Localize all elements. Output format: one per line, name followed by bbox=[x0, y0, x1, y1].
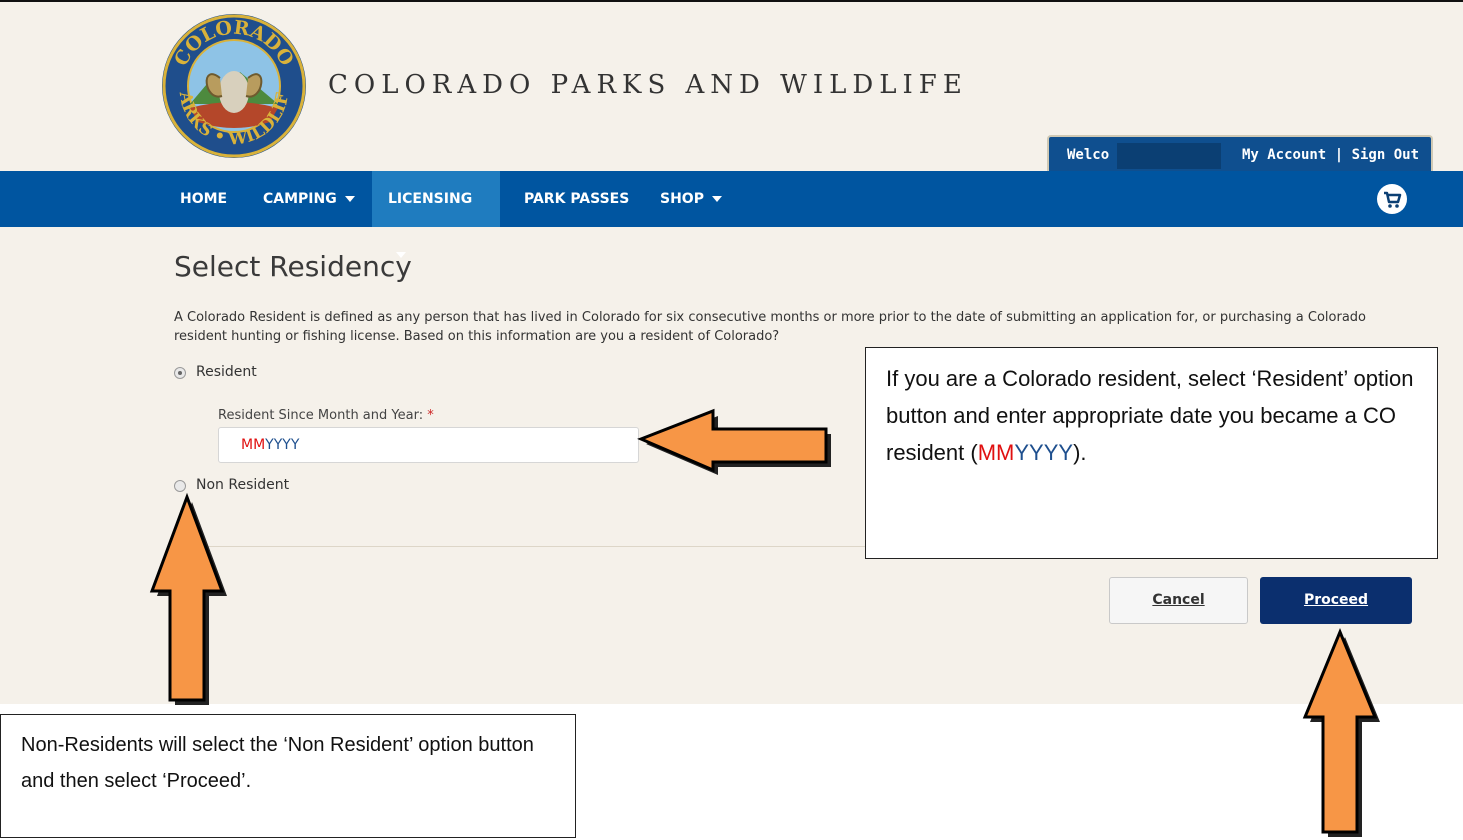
callout-right-end: ). bbox=[1073, 440, 1087, 465]
proceed-button[interactable]: Proceed bbox=[1260, 577, 1412, 624]
callout-mm: MM bbox=[977, 440, 1015, 465]
non-resident-instruction-callout: Non-Residents will select the ‘Non Resid… bbox=[0, 714, 576, 838]
sign-out-link[interactable]: Sign Out bbox=[1352, 147, 1419, 163]
nav-home-label: HOME bbox=[180, 191, 228, 207]
required-marker: * bbox=[427, 408, 434, 423]
cart-icon bbox=[1384, 191, 1402, 208]
my-account-link[interactable]: My Account bbox=[1242, 147, 1326, 163]
account-bar: Welco My Account | Sign Out bbox=[1047, 135, 1433, 171]
redacted-username bbox=[1117, 143, 1221, 169]
residency-definition: A Colorado Resident is defined as any pe… bbox=[174, 310, 1366, 344]
callout-left-text: Non-Residents will select the ‘Non Resid… bbox=[21, 734, 534, 792]
non-resident-radio[interactable] bbox=[174, 480, 186, 492]
page-title: Select Residency bbox=[174, 250, 412, 283]
nav-park-passes-label: PARK PASSES bbox=[524, 191, 630, 207]
nav-licensing[interactable]: LICENSING bbox=[372, 171, 500, 258]
resident-label[interactable]: Resident bbox=[196, 364, 257, 380]
nav-camping[interactable]: CAMPING bbox=[251, 171, 367, 227]
separator: | bbox=[1334, 147, 1344, 163]
main-nav: HOME CAMPING LICENSING PARK PASSES SHOP bbox=[0, 171, 1463, 258]
nav-camping-label: CAMPING bbox=[263, 191, 337, 207]
nav-shop[interactable]: SHOP bbox=[648, 171, 734, 227]
nav-park-passes[interactable]: PARK PASSES bbox=[512, 171, 641, 227]
resident-instruction-callout: If you are a Colorado resident, select ‘… bbox=[865, 347, 1438, 559]
top-border bbox=[0, 0, 1463, 2]
callout-yyyy: YYYY bbox=[1014, 440, 1074, 465]
nav-licensing-label: LICENSING bbox=[388, 191, 473, 207]
cancel-button[interactable]: Cancel bbox=[1109, 577, 1248, 624]
nav-home[interactable]: HOME bbox=[168, 171, 239, 227]
nav-shop-label: SHOP bbox=[660, 191, 704, 207]
resident-since-label: Resident Since Month and Year: * bbox=[218, 408, 434, 423]
site-title: COLORADO PARKS AND WILDLIFE bbox=[328, 70, 968, 100]
resident-radio[interactable] bbox=[174, 367, 186, 379]
non-resident-label[interactable]: Non Resident bbox=[196, 477, 289, 493]
caret-down-icon bbox=[711, 196, 722, 202]
account-links: My Account | Sign Out bbox=[1242, 147, 1419, 163]
welcome-text: Welco bbox=[1067, 147, 1110, 163]
resident-since-text: Resident Since Month and Year: bbox=[218, 408, 424, 423]
cart-button[interactable] bbox=[1377, 184, 1407, 214]
callout-right-text: If you are a Colorado resident, select ‘… bbox=[886, 366, 1414, 465]
date-yyyy-value: YYYY bbox=[265, 437, 300, 453]
caret-down-icon bbox=[344, 196, 355, 202]
resident-since-input[interactable]: MMYYYY bbox=[218, 427, 639, 463]
date-mm-value: MM bbox=[241, 437, 266, 453]
cpw-logo[interactable]: COLORADO PARKS • WILDLIFE bbox=[160, 12, 308, 160]
